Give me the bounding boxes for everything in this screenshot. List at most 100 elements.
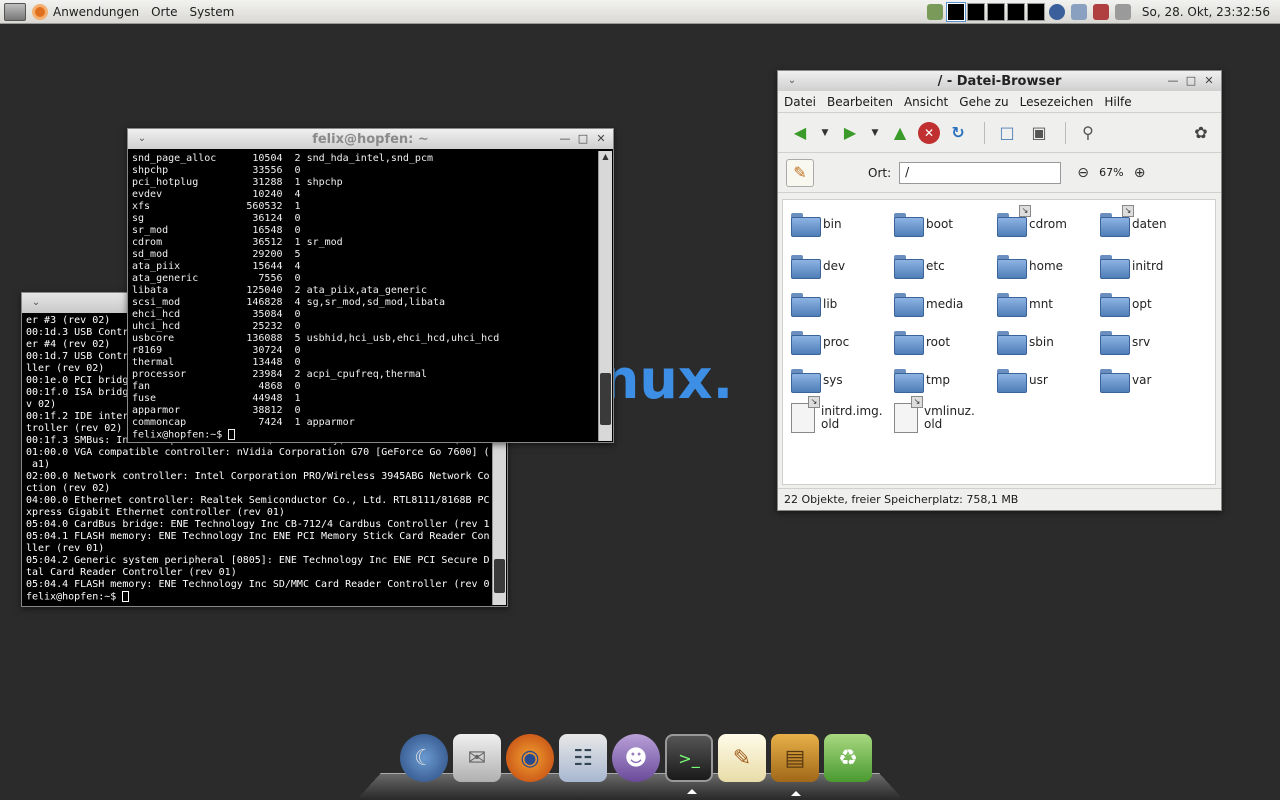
forward-history-icon[interactable]: ▼ xyxy=(868,119,882,147)
menu-ansicht[interactable]: Ansicht xyxy=(904,95,948,109)
folder-item[interactable]: home xyxy=(997,248,1097,284)
update-notifier-icon[interactable] xyxy=(926,4,943,20)
firefox-icon[interactable]: ◉ xyxy=(506,734,554,782)
menu-bearbeiten[interactable]: Bearbeiten xyxy=(827,95,893,109)
file-browser-menubar: Datei Bearbeiten Ansicht Gehe zu Lesezei… xyxy=(778,91,1221,113)
computer-button[interactable]: ▣ xyxy=(1025,119,1053,147)
terminal-prompt[interactable]: felix@hopfen:~$ xyxy=(132,429,595,441)
folder-item[interactable]: root xyxy=(894,324,994,360)
module-name: thermal xyxy=(132,357,175,368)
forward-button[interactable]: ▶ xyxy=(836,119,864,147)
folder-item[interactable]: mnt xyxy=(997,286,1097,322)
clock[interactable]: So, 28. Okt, 23:32:56 xyxy=(1142,5,1270,19)
network-disconnected-icon[interactable] xyxy=(1092,4,1109,20)
up-button[interactable]: ▲ xyxy=(886,119,914,147)
folder-item[interactable]: etc xyxy=(894,248,994,284)
folder-item[interactable]: sys xyxy=(791,362,891,398)
trash-icon[interactable]: ♻ xyxy=(824,734,872,782)
maximize-button[interactable]: □ xyxy=(575,132,591,146)
file-name-label: opt xyxy=(1132,296,1152,311)
home-folder-button[interactable]: □ xyxy=(993,119,1021,147)
back-history-icon[interactable]: ▼ xyxy=(818,119,832,147)
applications-menu[interactable]: Anwendungen xyxy=(26,0,145,24)
terminal-front-titlebar[interactable]: ⌄ felix@hopfen: ~ — □ ✕ xyxy=(128,129,613,149)
text-cursor xyxy=(122,591,130,602)
folder-icon xyxy=(1100,255,1130,279)
window-menu-icon[interactable]: ⌄ xyxy=(28,296,44,310)
network-icon[interactable] xyxy=(1048,4,1065,20)
zoom-out-icon[interactable]: ⊖ xyxy=(1073,163,1093,183)
file-item[interactable]: ↘ vmlinuz. old xyxy=(894,396,994,436)
file-item[interactable]: ↘ initrd.img. old xyxy=(791,396,891,436)
module-row: fuse 44948 1 xyxy=(132,393,595,405)
folder-item[interactable]: bin xyxy=(791,206,891,242)
module-row: scsi_mod 146828 4 sg,sr_mod,sd_mod,libata xyxy=(132,297,595,309)
module-row: thermal 13448 0 xyxy=(132,357,595,369)
mail-icon[interactable]: ✉ xyxy=(453,734,501,782)
location-input[interactable]: / xyxy=(899,161,1062,184)
folder-item[interactable]: ↘ daten xyxy=(1100,205,1200,242)
toggle-location-entry-button[interactable]: ✎ xyxy=(786,158,814,187)
text-editor-icon[interactable]: ✎ xyxy=(718,734,766,782)
folder-item[interactable]: tmp xyxy=(894,362,994,398)
folder-item[interactable]: opt xyxy=(1100,286,1200,322)
module-size: 16548 xyxy=(252,225,283,236)
folder-item[interactable]: boot xyxy=(894,206,994,242)
module-name: r8169 xyxy=(132,345,163,356)
pidgin-icon[interactable]: ☻ xyxy=(612,734,660,782)
folder-item[interactable]: ↘ cdrom xyxy=(997,205,1097,242)
folder-item[interactable]: srv xyxy=(1100,324,1200,360)
folder-item[interactable]: usr xyxy=(997,362,1097,398)
search-button[interactable]: ⚲ xyxy=(1074,119,1102,147)
file-browser-window[interactable]: ⌄ / - Datei-Browser — □ ✕ Datei Bearbeit… xyxy=(777,70,1222,511)
close-button[interactable]: ✕ xyxy=(1201,74,1217,88)
battery-icon[interactable] xyxy=(1070,4,1087,20)
file-browser-titlebar[interactable]: ⌄ / - Datei-Browser — □ ✕ xyxy=(778,71,1221,91)
zoom-in-icon[interactable]: ⊕ xyxy=(1130,163,1150,183)
module-row: cdrom 36512 1 sr_mod xyxy=(132,237,595,249)
terminal-icon[interactable]: >_ xyxy=(665,734,713,794)
menu-lesezeichen[interactable]: Lesezeichen xyxy=(1020,95,1094,109)
back-button[interactable]: ◀ xyxy=(786,119,814,147)
minimize-button[interactable]: — xyxy=(557,132,573,146)
module-size: 35084 xyxy=(252,309,283,320)
file-icon-view[interactable]: bin boot ↘ cdrom ↘ daten dev etc home initrd lib me… xyxy=(782,199,1216,485)
file-name-label: home xyxy=(1029,258,1064,273)
folder-item[interactable]: proc xyxy=(791,324,891,360)
workspace-3[interactable] xyxy=(986,3,1005,21)
module-row: commoncap 7424 1 apparmor xyxy=(132,417,595,429)
terminal-front-output[interactable]: snd_page_alloc 10504 2 snd_hda_intel,snd_pc… xyxy=(130,151,595,441)
folder-item[interactable]: var xyxy=(1100,362,1200,398)
calendar-icon[interactable]: ☷ xyxy=(559,734,607,782)
file-name-label: initrd.img. old xyxy=(821,404,883,431)
menu-hilfe[interactable]: Hilfe xyxy=(1104,95,1131,109)
workspace-4[interactable] xyxy=(1006,3,1025,21)
workspace-1[interactable] xyxy=(946,3,965,21)
gaim-wolf-icon[interactable]: ☾ xyxy=(400,734,448,782)
folder-item[interactable]: sbin xyxy=(997,324,1097,360)
folder-item[interactable]: media xyxy=(894,286,994,322)
workspace-2[interactable] xyxy=(966,3,985,21)
terminal-prompt[interactable]: felix@hopfen:~$ xyxy=(26,591,489,604)
places-menu[interactable]: Orte xyxy=(145,0,183,24)
window-menu-icon[interactable]: ⌄ xyxy=(134,132,150,146)
menu-datei[interactable]: Datei xyxy=(784,95,816,109)
stop-button[interactable]: ✕ xyxy=(918,121,940,144)
zoom-level[interactable]: 67% xyxy=(1099,166,1123,179)
file-cabinet-icon[interactable]: ▤ xyxy=(771,734,819,796)
close-button[interactable]: ✕ xyxy=(593,132,609,146)
terminal-front-scrollbar[interactable]: ▲ xyxy=(598,151,612,441)
menu-gehe-zu[interactable]: Gehe zu xyxy=(959,95,1008,109)
folder-item[interactable]: lib xyxy=(791,286,891,322)
window-menu-icon[interactable]: ⌄ xyxy=(784,74,800,88)
reload-button[interactable]: ↻ xyxy=(944,119,972,147)
system-menu[interactable]: System xyxy=(184,0,241,24)
volume-icon[interactable] xyxy=(1114,4,1131,20)
show-desktop-button[interactable] xyxy=(4,2,26,21)
terminal-window-front[interactable]: ⌄ felix@hopfen: ~ — □ ✕ snd_page_alloc 10… xyxy=(127,128,614,443)
minimize-button[interactable]: — xyxy=(1165,74,1181,88)
maximize-button[interactable]: □ xyxy=(1183,74,1199,88)
folder-item[interactable]: dev xyxy=(791,248,891,284)
workspace-5[interactable] xyxy=(1026,3,1045,21)
folder-item[interactable]: initrd xyxy=(1100,248,1200,284)
